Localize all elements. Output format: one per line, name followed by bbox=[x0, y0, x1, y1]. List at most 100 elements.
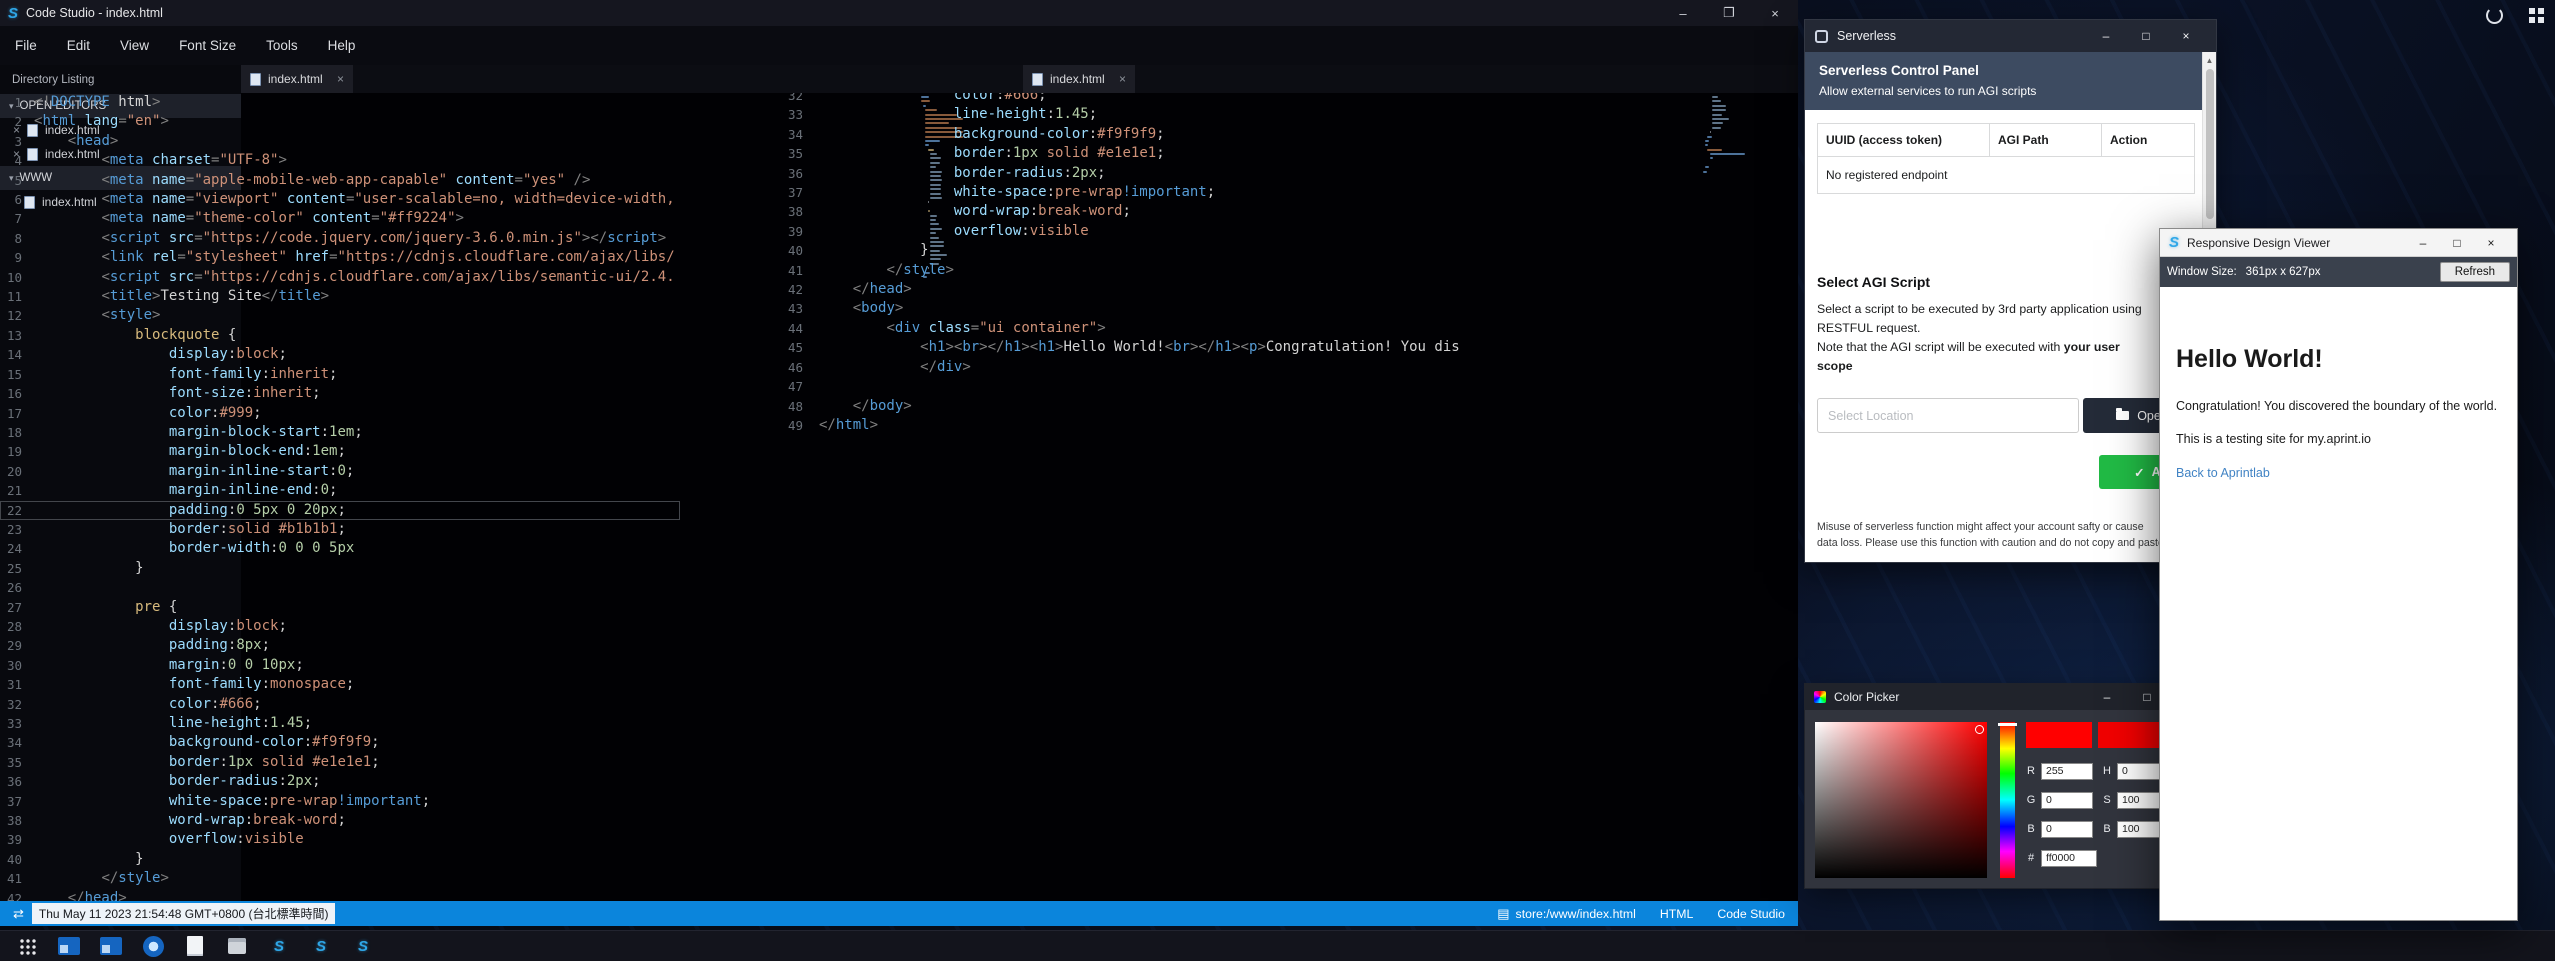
code-line[interactable]: 45 <h1><br></h1><h1>Hello World!<br></h1… bbox=[774, 338, 1462, 357]
document-icon[interactable] bbox=[182, 933, 208, 959]
code-line[interactable]: 1<!DOCTYPE html> bbox=[0, 93, 680, 112]
minimize-icon[interactable]: – bbox=[2087, 684, 2127, 710]
script-location-input[interactable] bbox=[1817, 398, 2079, 433]
code-studio-taskbar-icon-1[interactable]: S bbox=[266, 933, 292, 959]
code-editor-right[interactable]: 32 color:#666;33 line-height:1.45;34 bac… bbox=[774, 93, 1462, 901]
code-line[interactable]: 47 bbox=[774, 377, 1462, 396]
close-tab-icon[interactable]: × bbox=[337, 73, 344, 85]
browser-icon[interactable] bbox=[140, 933, 166, 959]
apps-grid-icon[interactable] bbox=[2529, 8, 2545, 24]
refresh-button[interactable]: Refresh bbox=[2440, 262, 2510, 282]
code-line[interactable]: 25 } bbox=[0, 559, 680, 578]
code-line[interactable]: 39 overflow:visible bbox=[774, 222, 1462, 241]
menu-view[interactable]: View bbox=[105, 26, 164, 65]
back-to-aprintlab-link[interactable]: Back to Aprintlab bbox=[2176, 466, 2270, 480]
app-window-icon-1[interactable] bbox=[56, 933, 82, 959]
code-line[interactable]: 4 <meta charset="UTF-8"> bbox=[0, 151, 680, 170]
code-line[interactable]: 12 <style> bbox=[0, 306, 680, 325]
code-line[interactable]: 9 <link rel="stylesheet" href="https://c… bbox=[0, 248, 680, 267]
code-line[interactable]: 33 line-height:1.45; bbox=[774, 105, 1462, 124]
code-line[interactable]: 36 border-radius:2px; bbox=[774, 164, 1462, 183]
code-line[interactable]: 40 } bbox=[0, 850, 680, 869]
code-editor-left[interactable]: 1<!DOCTYPE html>2<html lang="en">3 <head… bbox=[0, 93, 680, 901]
code-line[interactable]: 49</html> bbox=[774, 416, 1462, 435]
code-line[interactable]: 26 bbox=[0, 578, 680, 597]
code-line[interactable]: 20 margin-inline-start:0; bbox=[0, 462, 680, 481]
language-mode-status[interactable]: HTML bbox=[1660, 907, 1693, 921]
close-icon[interactable]: × bbox=[2474, 229, 2508, 256]
previous-color-swatch[interactable] bbox=[2098, 722, 2164, 748]
menu-font-size[interactable]: Font Size bbox=[164, 26, 251, 65]
scroll-up-icon[interactable]: ▲ bbox=[2203, 52, 2216, 65]
code-line[interactable]: 41 </style> bbox=[0, 869, 680, 888]
archive-icon[interactable] bbox=[224, 933, 250, 959]
code-line[interactable]: 32 color:#666; bbox=[774, 93, 1462, 105]
tab-index-html-right[interactable]: index.html × bbox=[1023, 65, 1135, 93]
code-line[interactable]: 22 padding:0 5px 0 20px; bbox=[0, 501, 680, 520]
minimize-icon[interactable]: – bbox=[2406, 229, 2440, 256]
code-line[interactable]: 7 <meta name="theme-color" content="#ff9… bbox=[0, 209, 680, 228]
code-line[interactable]: 29 padding:8px; bbox=[0, 636, 680, 655]
current-color-swatch[interactable] bbox=[2026, 722, 2092, 748]
code-line[interactable]: 38 word-wrap:break-word; bbox=[0, 811, 680, 830]
code-line[interactable]: 6 <meta name="viewport" content="user-sc… bbox=[0, 190, 680, 209]
menu-file[interactable]: File bbox=[0, 26, 52, 65]
code-line[interactable]: 2<html lang="en"> bbox=[0, 112, 680, 131]
minimize-icon[interactable]: – bbox=[2086, 20, 2126, 52]
hue-slider[interactable] bbox=[2000, 722, 2015, 878]
code-line[interactable]: 35 border:1px solid #e1e1e1; bbox=[774, 144, 1462, 163]
code-line[interactable]: 34 background-color:#f9f9f9; bbox=[0, 733, 680, 752]
code-line[interactable]: 10 <script src="https://cdnjs.cloudflare… bbox=[0, 268, 680, 287]
code-studio-taskbar-icon-3[interactable]: S bbox=[350, 933, 376, 959]
app-window-icon-2[interactable] bbox=[98, 933, 124, 959]
code-line[interactable]: 19 margin-block-end:1em; bbox=[0, 442, 680, 461]
code-line[interactable]: 35 border:1px solid #e1e1e1; bbox=[0, 753, 680, 772]
code-line[interactable]: 24 border-width:0 0 0 5px bbox=[0, 539, 680, 558]
menu-edit[interactable]: Edit bbox=[52, 26, 105, 65]
code-line[interactable]: 32 color:#666; bbox=[0, 695, 680, 714]
code-line[interactable]: 40 } bbox=[774, 241, 1462, 260]
code-line[interactable]: 15 font-family:inherit; bbox=[0, 365, 680, 384]
start-menu-icon[interactable] bbox=[14, 933, 40, 959]
tab-index-html-left[interactable]: index.html × bbox=[241, 65, 353, 93]
code-studio-taskbar-icon-2[interactable]: S bbox=[308, 933, 334, 959]
code-line[interactable]: 3 <head> bbox=[0, 132, 680, 151]
close-tab-icon[interactable]: × bbox=[1119, 73, 1126, 85]
menu-help[interactable]: Help bbox=[313, 26, 371, 65]
minimize-icon[interactable]: – bbox=[1660, 0, 1706, 26]
sync-icon[interactable]: ⇄ bbox=[13, 906, 24, 922]
red-input[interactable] bbox=[2041, 763, 2093, 780]
restore-icon[interactable]: ❐ bbox=[1706, 0, 1752, 26]
hex-input[interactable] bbox=[2041, 850, 2097, 867]
saturation-value-gradient[interactable] bbox=[1815, 722, 1987, 878]
code-line[interactable]: 37 white-space:pre-wrap!important; bbox=[774, 183, 1462, 202]
code-line[interactable]: 17 color:#999; bbox=[0, 404, 680, 423]
file-path-status[interactable]: ▤ store:/www/index.html bbox=[1497, 906, 1636, 922]
code-line[interactable]: 37 white-space:pre-wrap!important; bbox=[0, 792, 680, 811]
blue-input[interactable] bbox=[2041, 821, 2093, 838]
code-line[interactable]: 11 <title>Testing Site</title> bbox=[0, 287, 680, 306]
code-line[interactable]: 39 overflow:visible bbox=[0, 830, 680, 849]
minimap-right[interactable] bbox=[1703, 93, 1752, 303]
close-icon[interactable]: × bbox=[2166, 20, 2206, 52]
hue-cursor[interactable] bbox=[1998, 723, 2017, 726]
code-line[interactable]: 42 </head> bbox=[774, 280, 1462, 299]
menu-tools[interactable]: Tools bbox=[251, 26, 313, 65]
code-line[interactable]: 44 <div class="ui container"> bbox=[774, 319, 1462, 338]
code-line[interactable]: 16 font-size:inherit; bbox=[0, 384, 680, 403]
code-line[interactable]: 34 background-color:#f9f9f9; bbox=[774, 125, 1462, 144]
code-line[interactable]: 27 pre { bbox=[0, 598, 680, 617]
code-line[interactable]: 46 </div> bbox=[774, 358, 1462, 377]
gradient-cursor[interactable] bbox=[1975, 725, 1984, 734]
code-line[interactable]: 48 </body> bbox=[774, 397, 1462, 416]
code-line[interactable]: 5 <meta name="apple-mobile-web-app-capab… bbox=[0, 171, 680, 190]
scrollbar-thumb[interactable] bbox=[2206, 69, 2214, 219]
close-icon[interactable]: × bbox=[1752, 0, 1798, 26]
code-line[interactable]: 38 word-wrap:break-word; bbox=[774, 202, 1462, 221]
code-line[interactable]: 23 border:solid #b1b1b1; bbox=[0, 520, 680, 539]
code-line[interactable]: 8 <script src="https://code.jquery.com/j… bbox=[0, 229, 680, 248]
code-line[interactable]: 21 margin-inline-end:0; bbox=[0, 481, 680, 500]
code-line[interactable]: 41 </style> bbox=[774, 261, 1462, 280]
code-line[interactable]: 14 display:block; bbox=[0, 345, 680, 364]
maximize-icon[interactable]: □ bbox=[2440, 229, 2474, 256]
